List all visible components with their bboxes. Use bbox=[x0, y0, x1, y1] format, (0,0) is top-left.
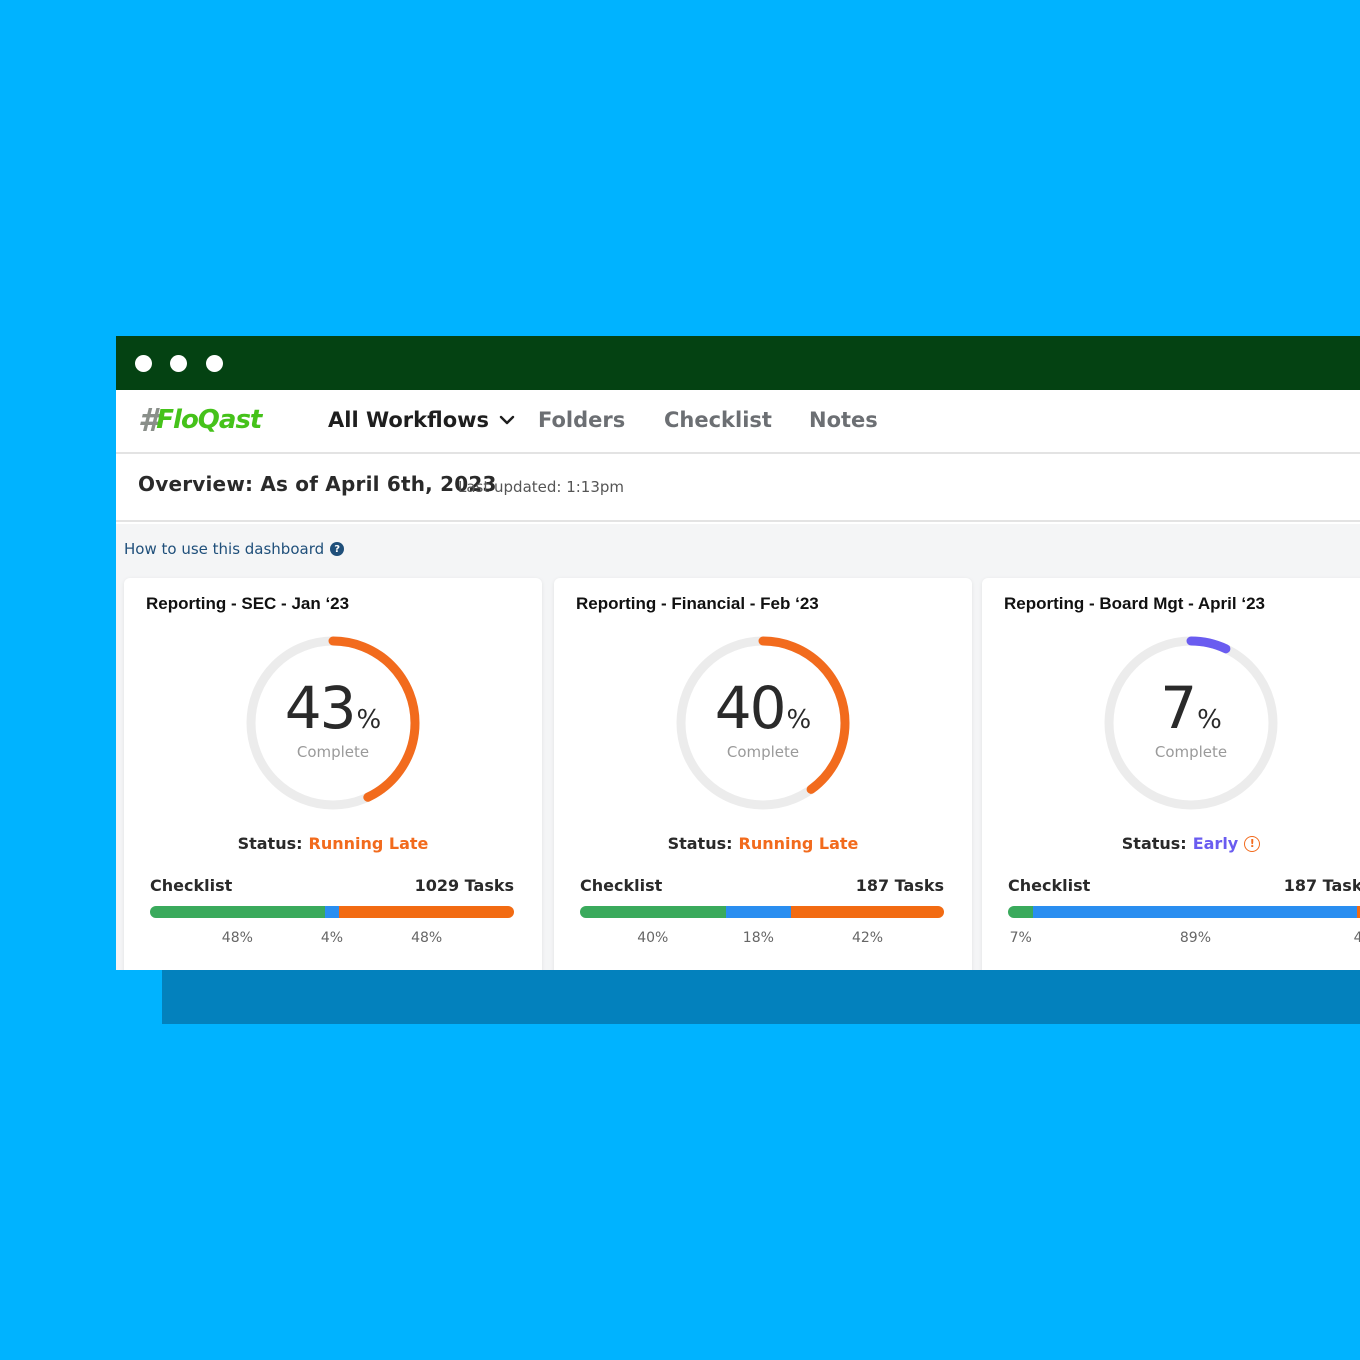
percent-row: 7 % bbox=[1160, 679, 1222, 737]
bar-segment-label: 18% bbox=[742, 930, 774, 946]
bar-labels: 48% 4% 48% bbox=[150, 930, 514, 950]
bar-segment-label: 48% bbox=[221, 930, 253, 946]
progress-ring: 43 % Complete bbox=[242, 632, 424, 814]
task-count: 1029 Tasks bbox=[414, 876, 514, 895]
percent-value: 43 bbox=[284, 674, 357, 742]
percent-sign: % bbox=[786, 705, 812, 735]
bar-segment-label: 42% bbox=[851, 930, 884, 946]
bar-segment-complete bbox=[1008, 906, 1034, 918]
card-title: Reporting - SEC - Jan ‘23 bbox=[146, 594, 350, 613]
help-link-label: How to use this dashboard bbox=[124, 540, 325, 558]
overview-bar: Overview: As of April 6th, 2023 Last upd… bbox=[116, 456, 1360, 522]
percent-sign: % bbox=[1197, 705, 1222, 735]
bar-labels: 7% 89% 4% bbox=[1008, 930, 1360, 950]
checklist-progress-bar bbox=[580, 906, 944, 918]
progress-ring: 40 % Complete bbox=[672, 632, 854, 814]
window-titlebar bbox=[116, 336, 1360, 390]
stage: # FloQast All Workflows Folders Checklis… bbox=[0, 0, 1360, 1360]
question-icon: ? bbox=[330, 542, 345, 556]
floqast-logo[interactable]: # FloQast bbox=[138, 400, 262, 440]
bar-segment-remaining bbox=[791, 906, 944, 918]
bar-segment-in-progress bbox=[324, 906, 340, 918]
chevron-down-icon bbox=[499, 415, 515, 425]
dashboard-body: How to use this dashboard ? Reporting - … bbox=[116, 524, 1360, 970]
progress-ring-center: 43 % Complete bbox=[242, 632, 424, 814]
bar-segment-label: 7% bbox=[1009, 930, 1032, 946]
status-row: Status: Early ! bbox=[982, 834, 1360, 853]
status-row: Status: Running Late bbox=[124, 834, 542, 853]
window-control-dot[interactable] bbox=[206, 355, 223, 372]
card-title: Reporting - Financial - Feb ‘23 bbox=[576, 594, 819, 613]
nav-all-workflows-label: All Workflows bbox=[328, 408, 490, 432]
logo-hash: # bbox=[138, 401, 160, 439]
window-shadow bbox=[162, 968, 1360, 1024]
checklist-progress-bar bbox=[1008, 906, 1360, 918]
progress-ring: 7 % Complete bbox=[1100, 632, 1282, 814]
task-count: 187 Tasks bbox=[1283, 876, 1360, 895]
percent-sign: % bbox=[356, 705, 382, 735]
bar-segment-complete bbox=[150, 906, 325, 918]
bar-labels: 40% 18% 42% bbox=[580, 930, 944, 950]
app-window: # FloQast All Workflows Folders Checklis… bbox=[116, 336, 1360, 970]
alert-info-icon[interactable]: ! bbox=[1244, 835, 1261, 852]
bar-segment-label: 48% bbox=[411, 930, 443, 946]
status-value: Running Late bbox=[308, 834, 429, 853]
bar-segment-in-progress bbox=[1033, 906, 1358, 918]
percent-row: 40 % bbox=[715, 679, 812, 737]
help-link[interactable]: How to use this dashboard ? bbox=[124, 540, 345, 558]
nav-all-workflows[interactable]: All Workflows bbox=[328, 408, 515, 432]
complete-label: Complete bbox=[1154, 743, 1228, 761]
bar-segment-label: 4% bbox=[1353, 930, 1360, 946]
card-title: Reporting - Board Mgt - April ‘23 bbox=[1004, 594, 1265, 613]
checklist-label: Checklist bbox=[1008, 876, 1091, 895]
workflow-card[interactable]: Reporting - Financial - Feb ‘23 40 % Com… bbox=[554, 578, 972, 970]
nav-checklist[interactable]: Checklist bbox=[664, 408, 772, 432]
workflow-card[interactable]: Reporting - Board Mgt - April ‘23 7 % Co… bbox=[982, 578, 1360, 970]
percent-row: 43 % bbox=[285, 679, 382, 737]
window-control-dot[interactable] bbox=[170, 355, 187, 372]
logo-text: FloQast bbox=[156, 405, 262, 435]
complete-label: Complete bbox=[726, 743, 800, 761]
overview-title: Overview: As of April 6th, 2023 bbox=[138, 472, 497, 496]
bar-segment-complete bbox=[580, 906, 726, 918]
last-updated: Last updated: 1:13pm bbox=[458, 478, 625, 496]
nav-folders[interactable]: Folders bbox=[538, 408, 625, 432]
status-label: Status: bbox=[237, 834, 303, 853]
progress-ring-center: 7 % Complete bbox=[1100, 632, 1282, 814]
status-value: Running Late bbox=[738, 834, 859, 853]
percent-value: 7 bbox=[1160, 674, 1197, 742]
bar-segment-label: 4% bbox=[320, 930, 344, 946]
nav-notes[interactable]: Notes bbox=[809, 408, 878, 432]
checklist-label: Checklist bbox=[150, 876, 233, 895]
task-count: 187 Tasks bbox=[855, 876, 944, 895]
top-nav: # FloQast All Workflows Folders Checklis… bbox=[116, 390, 1360, 454]
checklist-label: Checklist bbox=[580, 876, 663, 895]
checklist-progress-bar bbox=[150, 906, 514, 918]
workflow-card[interactable]: Reporting - SEC - Jan ‘23 43 % Complete … bbox=[124, 578, 542, 970]
progress-ring-center: 40 % Complete bbox=[672, 632, 854, 814]
bar-segment-in-progress bbox=[725, 906, 792, 918]
status-row: Status: Running Late bbox=[554, 834, 972, 853]
status-label: Status: bbox=[1121, 834, 1187, 853]
status-value: Early bbox=[1192, 834, 1239, 853]
bar-segment-label: 40% bbox=[637, 930, 669, 946]
bar-segment-remaining bbox=[339, 906, 514, 918]
status-label: Status: bbox=[667, 834, 733, 853]
complete-label: Complete bbox=[296, 743, 370, 761]
percent-value: 40 bbox=[714, 674, 787, 742]
bar-segment-label: 89% bbox=[1179, 930, 1212, 946]
window-control-dot[interactable] bbox=[135, 355, 152, 372]
